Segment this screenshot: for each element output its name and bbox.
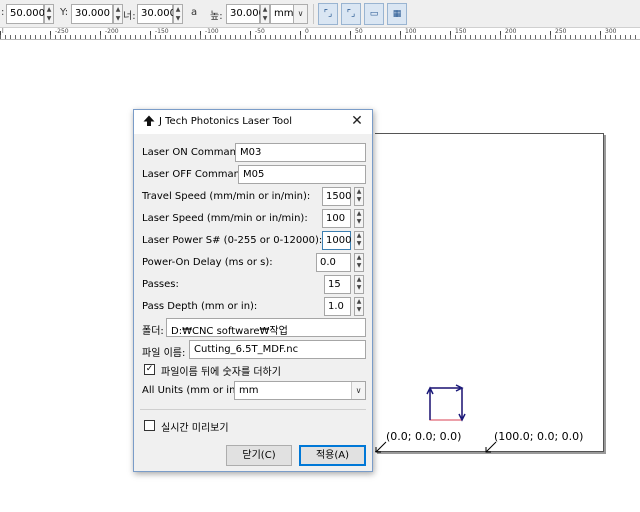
height-spinner[interactable]: ▲ ▼: [260, 4, 270, 24]
x-end-coordinate-label: (100.0; 0.0; 0.0): [494, 430, 584, 443]
power-delay-input[interactable]: 0.0: [316, 253, 351, 272]
y-spinner[interactable]: ▲ ▼: [113, 4, 123, 24]
append-number-label: 파일이름 뒤에 숫자를 더하기: [161, 367, 281, 378]
power-delay-spinner[interactable]: ▲ ▼: [354, 253, 364, 272]
direction-arrow-right-icon: [430, 384, 464, 392]
laser-power-spinner[interactable]: ▲ ▼: [354, 231, 364, 250]
folder-label: 폴더:: [142, 326, 164, 337]
pass-depth-input[interactable]: 1.0: [324, 297, 351, 316]
laser-on-input[interactable]: M03: [235, 143, 366, 162]
x-label: :: [1, 7, 5, 18]
ruler-label: -250: [55, 28, 69, 35]
units-select[interactable]: mm: [234, 381, 366, 400]
travel-speed-input[interactable]: 1500: [322, 187, 351, 206]
lock-ratio-icon[interactable]: a: [191, 7, 197, 18]
units-dropdown-icon[interactable]: ∨: [351, 382, 365, 399]
scale-stroke-button[interactable]: ⌜⌟: [318, 3, 338, 25]
close-button[interactable]: 닫기(C): [226, 445, 292, 466]
pass-depth-label: Pass Depth (mm or in):: [142, 301, 258, 312]
direction-arrow-up-icon: [426, 386, 434, 420]
passes-label: Passes:: [142, 279, 179, 290]
filename-label: 파일 이름:: [142, 348, 186, 359]
ruler-label: 250: [555, 28, 567, 35]
ruler-label: 0: [305, 28, 309, 35]
x-input[interactable]: 50.000: [6, 4, 45, 24]
laser-power-input[interactable]: 1000: [322, 231, 351, 250]
dialog-titlebar[interactable]: J Tech Photonics Laser Tool ✕: [134, 110, 372, 134]
height-label: 높:: [210, 11, 223, 22]
travel-speed-spinner[interactable]: ▲ ▼: [354, 187, 364, 206]
dialog-footer: 닫기(C) 적용(A): [134, 437, 372, 471]
dialog-divider: [140, 409, 366, 410]
dialog-title: J Tech Photonics Laser Tool: [159, 116, 293, 127]
power-delay-label: Power-On Delay (ms or s):: [142, 257, 273, 268]
ruler-label: -100: [205, 28, 219, 35]
laser-on-label: Laser ON Command:: [142, 147, 246, 158]
ruler-label: -50: [255, 28, 265, 35]
ruler-label: 50: [355, 28, 363, 35]
passes-spinner[interactable]: ▲ ▼: [354, 275, 364, 294]
ruler-label: -200: [105, 28, 119, 35]
laser-path-preview[interactable]: [420, 378, 472, 430]
append-number-checkbox[interactable]: ✓: [144, 364, 155, 375]
ruler-label: 200: [505, 28, 517, 35]
travel-speed-label: Travel Speed (mm/min or in/min):: [142, 191, 311, 202]
y-label: Y:: [60, 7, 69, 18]
direction-arrow-down-icon: [458, 388, 466, 422]
scale-corners-button[interactable]: ⌜⌟: [341, 3, 361, 25]
horizontal-ruler[interactable]: l -250 -200 -150 -100 -50 0 50 100 150 2…: [0, 28, 640, 40]
inkscape-app-icon: [143, 115, 155, 126]
y-input[interactable]: 30.000: [71, 4, 113, 24]
move-gradients-button[interactable]: ▭: [364, 3, 384, 25]
move-patterns-button[interactable]: ▦: [387, 3, 407, 25]
width-label: 너:: [123, 11, 136, 22]
pass-depth-spinner[interactable]: ▲ ▼: [354, 297, 364, 316]
ruler-minor-ticks: [0, 35, 640, 39]
laser-off-input[interactable]: M05: [238, 165, 366, 184]
height-input[interactable]: 30.000: [226, 4, 265, 24]
filename-input[interactable]: Cutting_6.5T_MDF.nc: [189, 340, 366, 359]
unit-dropdown-icon[interactable]: ∨: [293, 5, 307, 23]
x-spinner[interactable]: ▲ ▼: [44, 4, 54, 24]
laser-tool-dialog: J Tech Photonics Laser Tool ✕ Laser ON C…: [133, 109, 373, 472]
passes-input[interactable]: 15: [324, 275, 351, 294]
width-input[interactable]: 30.000: [137, 4, 176, 24]
laser-speed-input[interactable]: 100: [322, 209, 351, 228]
units-label: All Units (mm or in):: [142, 385, 243, 396]
toolbar-separator: [313, 4, 314, 24]
ruler-label: -150: [155, 28, 169, 35]
width-spinner[interactable]: ▲ ▼: [173, 4, 183, 24]
laser-off-label: Laser OFF Command:: [142, 169, 250, 180]
ruler-label: l: [2, 28, 4, 35]
cut-path: [429, 387, 463, 421]
ruler-label: 300: [605, 28, 617, 35]
tool-controls-bar: : 50.000 ▲ ▼ Y: 30.000 ▲ ▼ 너: 30.000 ▲ ▼ a …: [0, 0, 640, 28]
apply-button[interactable]: 적용(A): [299, 445, 366, 466]
ruler-label: 150: [455, 28, 467, 35]
document-page[interactable]: [375, 133, 604, 452]
laser-speed-spinner[interactable]: ▲ ▼: [354, 209, 364, 228]
live-preview-label: 실시간 미리보기: [161, 423, 229, 434]
live-preview-checkbox[interactable]: [144, 420, 155, 431]
folder-input[interactable]: D:₩CNC software₩작업: [166, 318, 366, 337]
ruler-label: 100: [405, 28, 417, 35]
origin-coordinate-label: (0.0; 0.0; 0.0): [386, 430, 462, 443]
close-icon[interactable]: ✕: [350, 113, 364, 129]
laser-speed-label: Laser Speed (mm/min or in/min):: [142, 213, 308, 224]
laser-power-label: Laser Power S# (0-255 or 0-12000):: [142, 235, 323, 246]
